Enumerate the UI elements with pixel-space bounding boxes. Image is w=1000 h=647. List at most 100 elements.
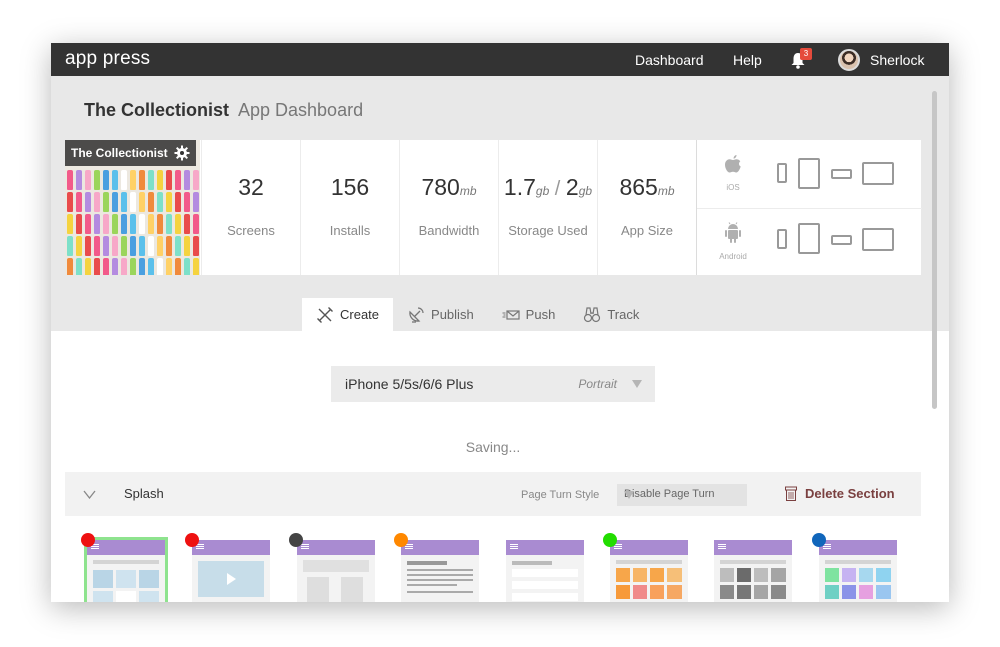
screen-status-dot: [603, 533, 617, 547]
stat-app-size-label: App Size: [620, 223, 674, 238]
tab-track[interactable]: Track: [569, 298, 653, 331]
trash-icon: [785, 486, 797, 501]
platform-ios-label: iOS: [726, 183, 740, 192]
stat-installs: 156 Installs: [300, 140, 399, 275]
section-header: Splash Page Turn Style Disable Page Turn…: [65, 472, 921, 516]
saving-status: Saving...: [465, 439, 521, 455]
stat-app-size: 865mb App Size: [597, 140, 696, 275]
stat-storage-value: 1.7gb / 2gb: [503, 174, 593, 200]
pencil-ruler-icon: [317, 306, 333, 323]
stat-installs-label: Installs: [329, 223, 371, 238]
stat-app-size-value: 865mb: [619, 174, 675, 200]
envelope-icon: [502, 309, 520, 320]
screen-thumbnail-7[interactable]: [714, 540, 792, 602]
apple-icon: [725, 155, 741, 173]
app-logo[interactable]: app press: [65, 48, 150, 70]
ios-phone-portrait-button[interactable]: [777, 163, 787, 183]
nav-help-link[interactable]: Help: [733, 52, 762, 68]
android-tablet-landscape-button[interactable]: [862, 228, 894, 251]
page-turn-style-label: Page Turn Style: [521, 489, 600, 501]
platform-android: Android: [715, 221, 751, 261]
scrollbar[interactable]: [932, 91, 937, 409]
orientation-value: Portrait: [578, 377, 617, 391]
screen-status-dot: [812, 533, 826, 547]
screen-status-dot: [185, 533, 199, 547]
screen-status-dot: [81, 533, 95, 547]
delete-section-button[interactable]: Delete Section: [785, 486, 895, 501]
screen-header-bar: [714, 540, 792, 555]
page-turn-style-select[interactable]: Disable Page Turn: [617, 484, 747, 506]
android-phone-landscape-button[interactable]: [831, 235, 852, 245]
thumbnail-label: The Collectionist: [65, 140, 196, 166]
screen-thumbnail-8[interactable]: [819, 540, 897, 602]
tab-track-label: Track: [607, 307, 640, 322]
device-select[interactable]: iPhone 5/5s/6/6 Plus Portrait: [331, 366, 655, 402]
stat-installs-value: 156: [330, 174, 370, 200]
stat-bandwidth-value: 780mb: [421, 174, 477, 200]
tab-publish-label: Publish: [431, 307, 474, 322]
platform-android-label: Android: [719, 252, 747, 261]
delete-section-label: Delete Section: [805, 486, 895, 501]
screen-thumbnail-4[interactable]: [401, 540, 479, 602]
stat-bandwidth-label: Bandwidth: [418, 223, 480, 238]
stat-storage: 1.7gb / 2gb Storage Used: [498, 140, 597, 275]
android-icon: [725, 222, 741, 243]
tab-push[interactable]: Push: [488, 298, 570, 331]
play-icon: [227, 573, 236, 585]
binoculars-icon: [584, 306, 601, 322]
tab-publish[interactable]: Publish: [393, 298, 488, 331]
platform-ios: iOS: [715, 154, 751, 192]
ios-tablet-portrait-button[interactable]: [798, 158, 820, 189]
screen-header-bar: [401, 540, 479, 555]
page-title-subtitle: App Dashboard: [238, 100, 364, 120]
page-title-app-name: The Collectionist: [84, 100, 230, 120]
ios-tablet-landscape-button[interactable]: [862, 162, 894, 185]
thumbnail-app-name: The Collectionist: [71, 146, 168, 160]
stat-screens: 32 Screens: [201, 140, 300, 275]
screen-thumbnail-2[interactable]: [192, 540, 270, 602]
chevron-down-icon: [624, 491, 634, 499]
stats-card: The Collectionist 32 Screens 156 Install…: [65, 140, 922, 275]
avatar[interactable]: [838, 49, 860, 71]
page-turn-style-value: Disable Page Turn: [624, 488, 715, 500]
chevron-down-icon: [632, 380, 642, 388]
ios-phone-landscape-button[interactable]: [831, 169, 852, 179]
android-phone-portrait-button[interactable]: [777, 229, 787, 249]
screen-status-dot: [289, 533, 303, 547]
platform-android-row: Android: [697, 208, 922, 275]
satellite-dish-icon: [409, 306, 424, 323]
screen-header-bar: [610, 540, 688, 555]
nav-dashboard-link[interactable]: Dashboard: [635, 52, 704, 68]
stat-storage-label: Storage Used: [508, 223, 588, 238]
tab-create-label: Create: [340, 307, 380, 322]
app-thumbnail[interactable]: The Collectionist: [65, 140, 200, 275]
tab-create[interactable]: Create: [302, 298, 394, 331]
screen-header-bar: [87, 540, 165, 555]
stat-bandwidth: 780mb Bandwidth: [399, 140, 498, 275]
screen-thumbnails: [51, 533, 949, 602]
screen-status-dot: [394, 533, 408, 547]
top-navbar: app press Dashboard Help 3 Sherlock: [51, 43, 949, 76]
stat-screens-value: 32: [238, 174, 264, 200]
tab-push-label: Push: [525, 307, 556, 322]
screen-header-bar: [297, 540, 375, 555]
screen-header-bar: [192, 540, 270, 555]
android-tablet-portrait-button[interactable]: [798, 223, 820, 254]
stat-screens-label: Screens: [227, 223, 275, 238]
section-name[interactable]: Splash: [124, 486, 164, 501]
screen-thumbnail-3[interactable]: [297, 540, 375, 602]
screen-header-bar: [819, 540, 897, 555]
screen-thumbnail-1[interactable]: [84, 537, 168, 602]
notification-badge: 3: [800, 48, 812, 60]
screen-thumbnail-5[interactable]: [506, 540, 584, 602]
gear-icon[interactable]: [174, 145, 190, 161]
screen-header-bar: [506, 540, 584, 555]
app-window: app press Dashboard Help 3 Sherlock The …: [51, 43, 949, 602]
dashboard-tabs: Create Publish Push Track: [302, 298, 653, 331]
platform-devices: iOS Android: [696, 140, 922, 275]
device-select-value: iPhone 5/5s/6/6 Plus: [345, 376, 474, 392]
collapse-chevron-icon[interactable]: [83, 486, 96, 502]
screen-thumbnail-6[interactable]: [610, 540, 688, 602]
username-link[interactable]: Sherlock: [870, 52, 924, 68]
platform-ios-row: iOS: [697, 140, 922, 207]
